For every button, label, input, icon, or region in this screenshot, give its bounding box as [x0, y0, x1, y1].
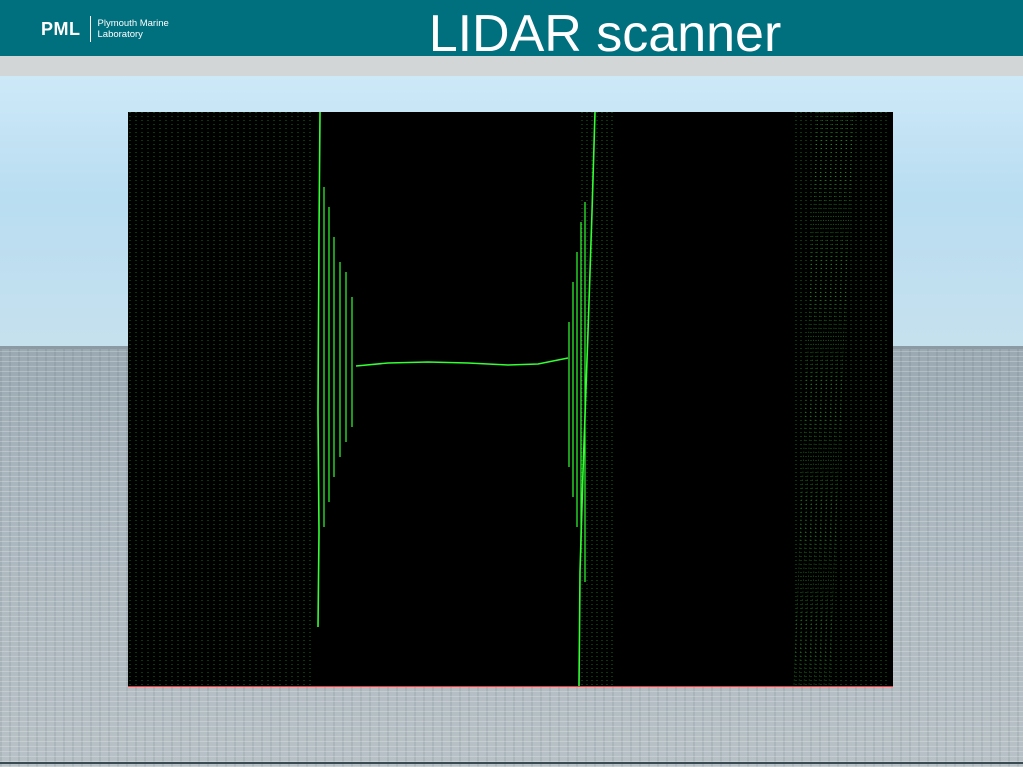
lidar-scan-display — [128, 112, 893, 687]
right-band-slant — [793, 112, 854, 686]
left-wall-trace — [317, 112, 321, 628]
lidar-scan-plot — [129, 112, 887, 686]
slide-title: LIDAR scanner — [428, 5, 782, 63]
bottom-rule — [0, 762, 1023, 764]
water-surface-profile — [355, 357, 569, 367]
left-scan-band — [129, 112, 311, 686]
center-scan-band — [581, 112, 613, 686]
right-scan-band — [795, 112, 887, 686]
